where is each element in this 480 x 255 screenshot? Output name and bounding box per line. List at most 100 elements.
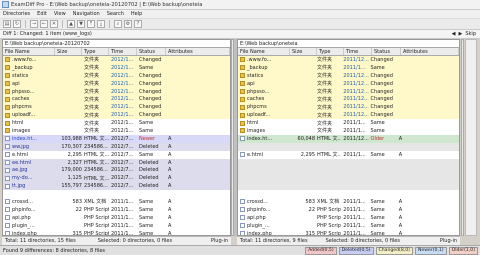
column-type[interactable]: Type [317,48,344,55]
skip-button[interactable]: Skip [465,31,476,37]
copy-right-icon[interactable]: → [30,20,38,28]
table-row[interactable]: images 文件夹 2012/1... Same [3,127,230,135]
menu-view[interactable]: View [54,11,66,17]
table-row[interactable]: ae.jpg 179,000 234586... 2012/7... Deleted A [3,166,230,175]
column-status[interactable]: Status [372,48,401,55]
delete-icon[interactable]: ✕ [50,20,58,28]
table-row[interactable]: api 文件夹 2012/1... Changed [3,79,230,88]
help-icon[interactable]: ? [134,20,142,28]
size-cell: 2,327 [67,159,82,166]
column-status[interactable]: Status [137,48,166,55]
status-cell: Changed [370,56,393,63]
table-row[interactable]: _backup 文件夹 2011/1... Same [238,63,459,72]
table-row[interactable]: phpinfo... 22 PHP Script 2011/1... Same A [238,205,459,214]
next-arrow-icon[interactable]: ▶ [459,31,463,37]
table-row[interactable]: html 文件夹 2012/1... Same [3,119,230,128]
first-diff-icon[interactable]: ⤒ [87,20,95,28]
refresh-icon[interactable]: ↻ [13,20,21,28]
column-attributes[interactable]: Attributes [166,48,230,55]
filter-badge[interactable]: Newer(0,1) [414,246,447,255]
table-row[interactable]: images 文件夹 2011/1... Same [238,127,459,135]
table-row[interactable]: statics 文件夹 2011/12... Changed [238,71,459,80]
prev-diff-icon[interactable]: ▲ [67,20,75,28]
time-cell: 2012/1... [111,120,134,127]
table-row[interactable]: phpsso... 文件夹 2012/1... Changed [3,87,230,96]
table-row[interactable]: .www.fo... 文件夹 2011/12... Changed [238,56,459,64]
file-name-cell: e.html [12,151,29,158]
table-row[interactable]: plugin_... PHP Script 2011/1... Same A [238,221,459,230]
type-cell: HTML 文... [317,136,342,143]
menu-edit[interactable]: Edit [37,11,47,17]
column-size[interactable]: Size [55,48,82,55]
table-row[interactable] [238,190,459,199]
size-cell: 155,797 [61,183,82,190]
open-folder-icon[interactable]: ▤ [3,20,11,28]
copy-left-icon[interactable]: ← [40,20,48,28]
status-cell: Same [370,214,385,221]
file-name-cell: .www.fo... [246,56,272,63]
next-diff-icon[interactable]: ▼ [77,20,85,28]
table-row[interactable]: caches 文件夹 2012/1... Changed [3,95,230,104]
table-row[interactable]: html 文件夹 2011/1... Same [238,119,459,128]
options-icon[interactable]: ⚙ [124,20,132,28]
table-row[interactable]: phpsso... 文件夹 2011/12... Changed [238,87,459,96]
filter-badge[interactable]: Added(0,5) [305,246,337,255]
menu-help[interactable]: Help [131,11,142,17]
left-file-pane[interactable]: E:\Web backup\oneteia-20120702 File Name… [2,39,231,236]
table-row[interactable] [238,182,459,191]
column-time[interactable]: Time [344,48,372,55]
table-row[interactable] [238,142,459,151]
table-row[interactable]: index.ht... 60,048 HTML 文... 2011/12... Olde… [238,134,459,143]
table-row[interactable]: e.html 2,295 HTML 文... 2012/7... Same A [3,150,230,159]
table-row[interactable]: uploadf... 文件夹 2012/1... Changed [3,111,230,120]
column-file-name[interactable]: File Name [3,48,55,55]
column-attributes[interactable]: Attributes [401,48,459,55]
column-size[interactable]: Size [290,48,317,55]
attr-cell: A [168,143,172,150]
table-row[interactable] [238,174,459,183]
search-icon[interactable]: ⌕ [114,20,122,28]
table-row[interactable]: index.ht... 103,988 HTML 文... 2012/7... Newe… [3,134,230,143]
table-row[interactable]: ee.html 2,327 HTML 文... 2012/7... Deleted A [3,158,230,167]
vertical-scrollbar[interactable] [465,39,477,236]
table-row[interactable]: phpcms 文件夹 2011/12... Changed [238,103,459,112]
menu-search[interactable]: Search [107,11,124,17]
menu-bar: Directories Edit View Navigation Search … [0,10,480,19]
last-diff-icon[interactable]: ⤓ [97,20,105,28]
table-row[interactable]: phpcms 文件夹 2012/1... Changed [3,103,230,112]
table-row[interactable]: crossd... 583 XML 文档 2011/1... Same A [3,198,230,206]
filter-badge[interactable]: Older(1,0) [448,246,478,255]
right-plugin[interactable]: Plug-in [440,238,460,244]
filter-badge[interactable]: Deleted(0,5) [338,246,374,255]
table-row[interactable]: ww.jpg 170,307 234586... 2012/7... Deleted A [3,142,230,151]
table-row[interactable]: api 文件夹 2011/12... Changed [238,79,459,88]
left-selected: Selected: 0 directories, 0 files [97,238,173,244]
table-row[interactable]: .www.fo... 文件夹 2012/1... Changed [3,56,230,64]
table-row[interactable]: e.html 2,295 HTML 文... 2011/1... Same A [238,150,459,159]
filter-badge[interactable]: Changed(8,0) [375,246,413,255]
table-row[interactable] [238,158,459,167]
prev-arrow-icon[interactable]: ◀ [452,31,456,37]
table-row[interactable]: uploadf... 文件夹 2011/12... Changed [238,111,459,120]
table-row[interactable]: my-do... 1,125 HTML 文... 2012/7... Deleted A [3,174,230,183]
left-column-headers: File Name Size Type Time Status Attribut… [3,48,230,56]
table-row[interactable]: api.php PHP Script 2011/1... Same A [238,213,459,222]
menu-navigation[interactable]: Navigation [73,11,100,17]
table-row[interactable]: statics 文件夹 2012/1... Changed [3,71,230,80]
column-type[interactable]: Type [82,48,109,55]
type-cell: 文件夹 [84,57,100,64]
column-file-name[interactable]: File Name [238,48,290,55]
table-row[interactable]: plugin_... PHP Script 2011/1... Same A [3,221,230,230]
left-plugin[interactable]: Plug-in [211,238,231,244]
menu-directories[interactable]: Directories [3,11,30,17]
table-row[interactable]: phpinfo... 22 PHP Script 2011/1... Same A [3,205,230,214]
right-file-pane[interactable]: E:\Web backup\oneteia File Name Size Typ… [237,39,460,236]
table-row[interactable]: caches 文件夹 2011/12... Changed [238,95,459,104]
column-time[interactable]: Time [109,48,137,55]
table-row[interactable]: tt.jpg 155,797 234586... 2012/7... Deleted A [3,182,230,191]
table-row[interactable]: api.php PHP Script 2011/1... Same A [3,213,230,222]
table-row[interactable]: _backup 文件夹 2012/1... Same [3,63,230,72]
table-row[interactable] [238,166,459,175]
table-row[interactable] [3,190,230,199]
table-row[interactable]: crossd... 583 XML 文档 2011/1... Same A [238,198,459,206]
